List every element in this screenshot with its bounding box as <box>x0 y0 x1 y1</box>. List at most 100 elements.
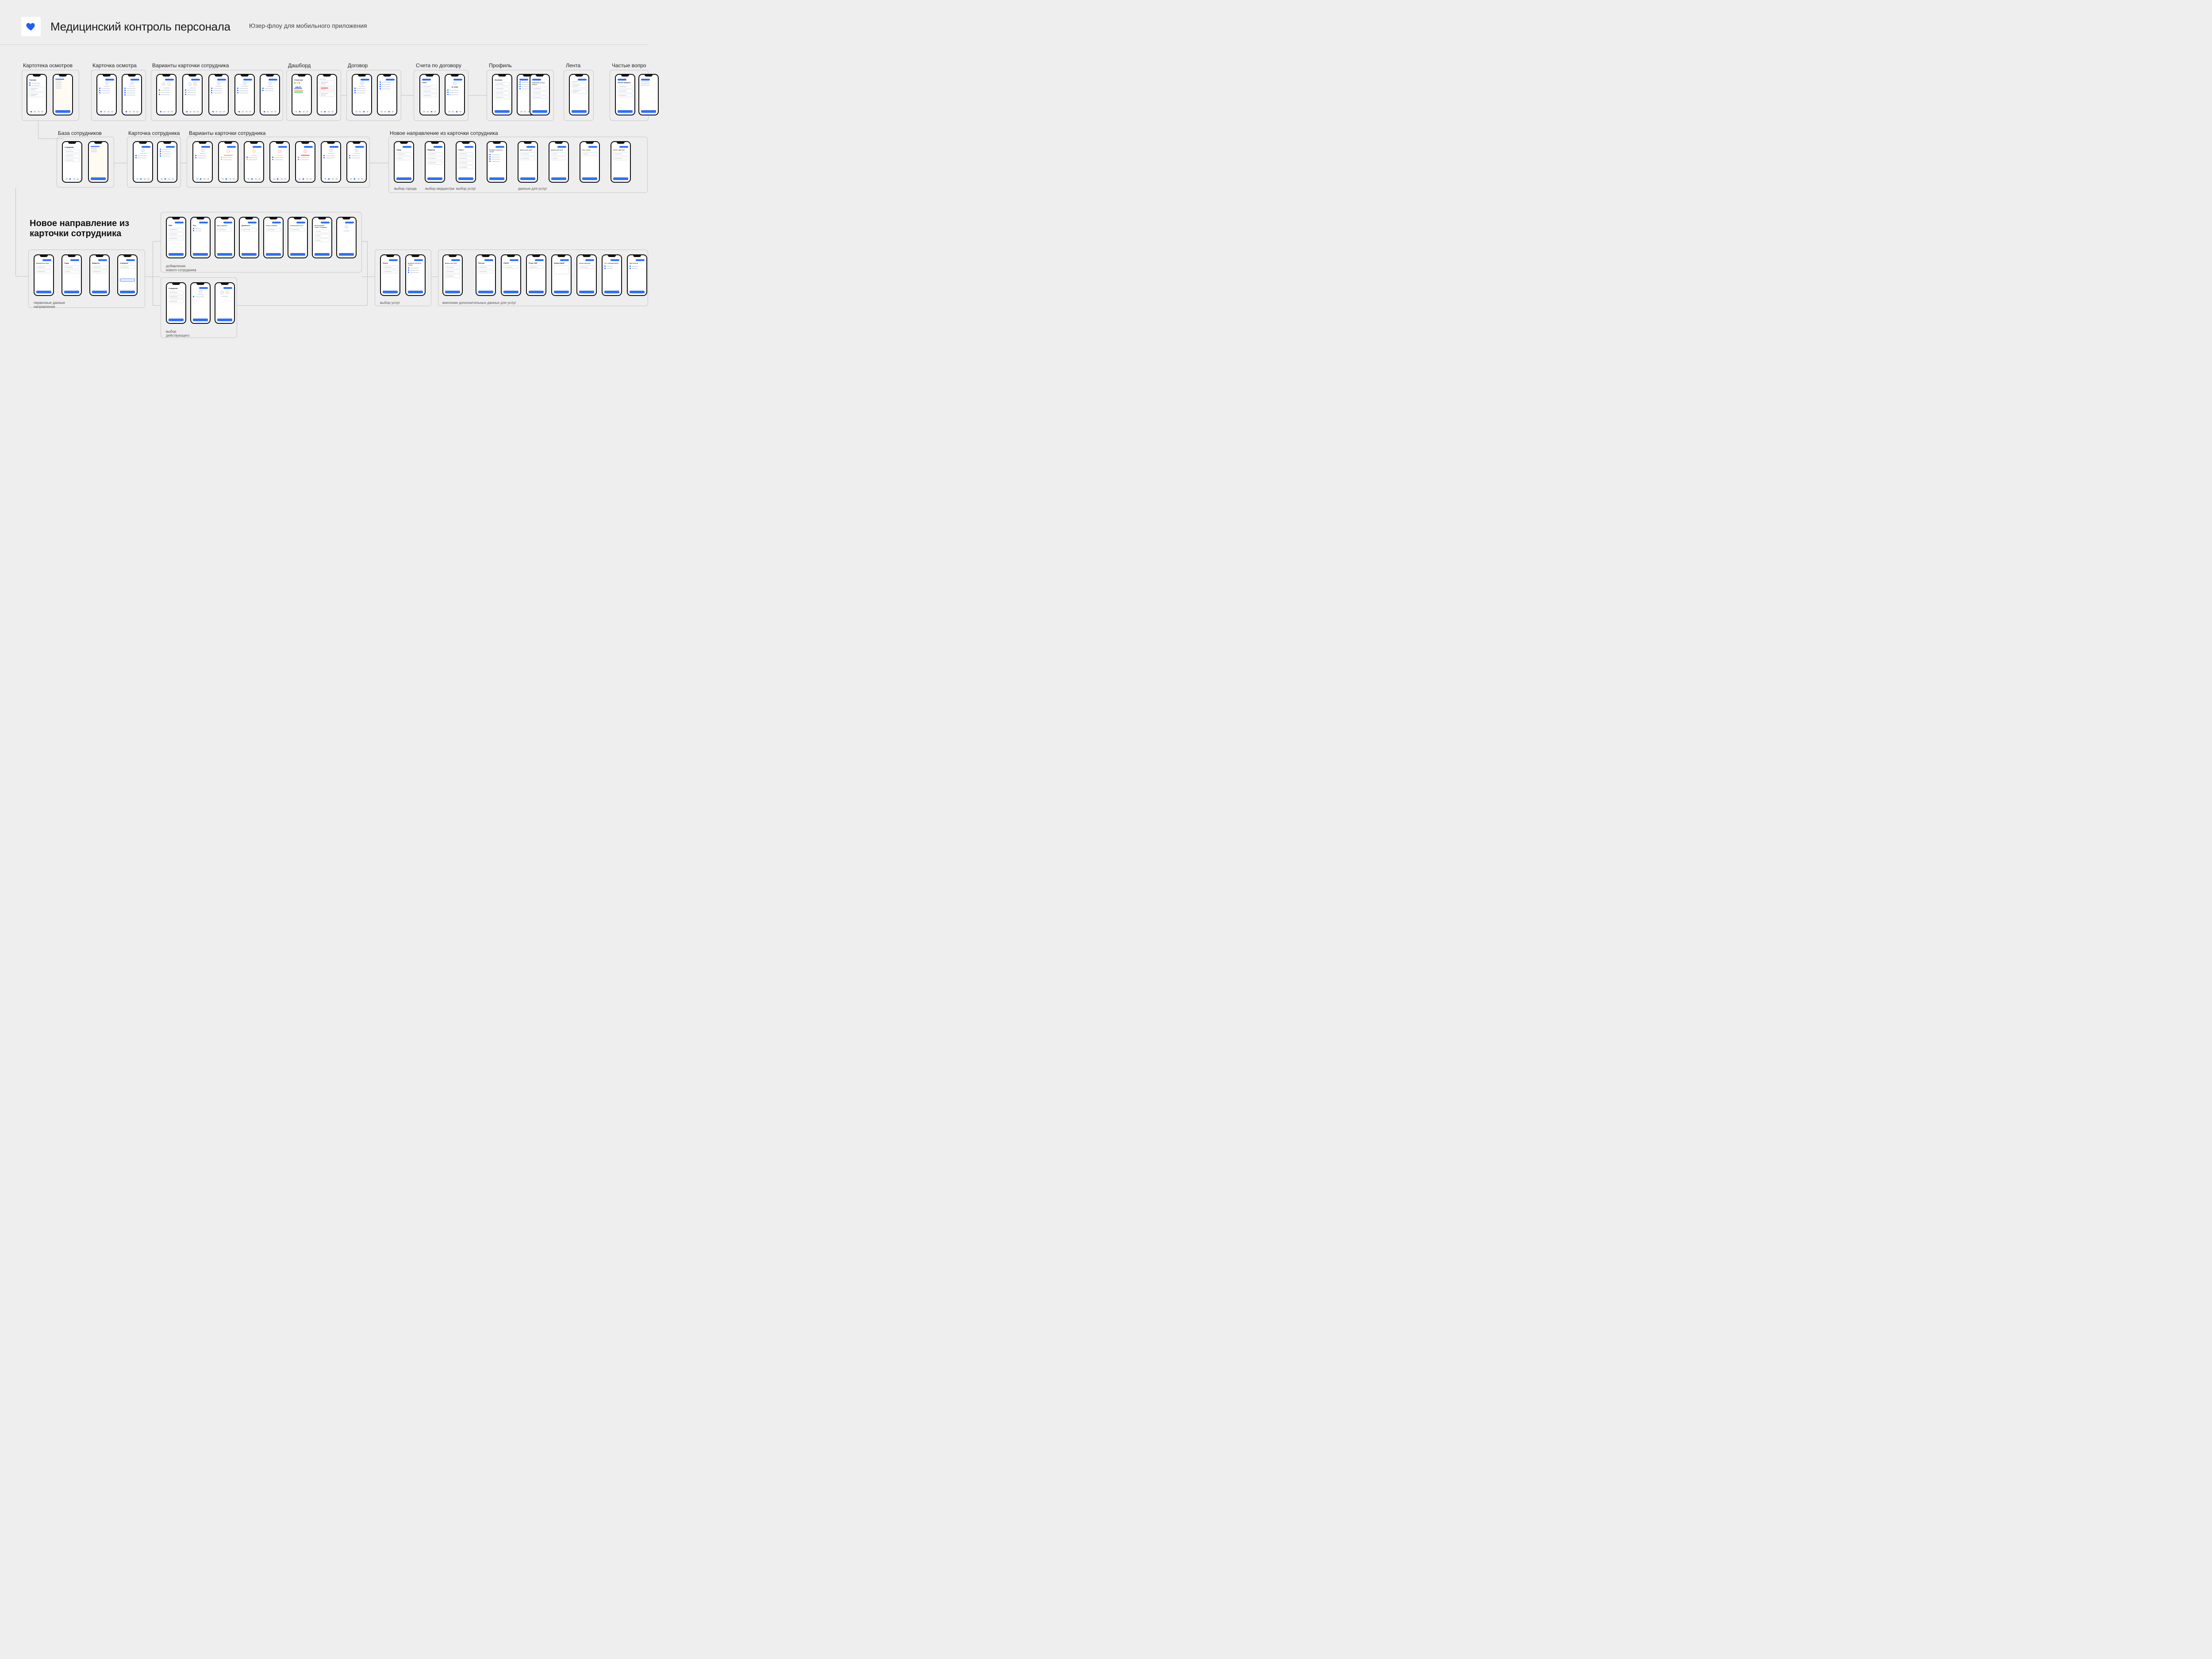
phone-referral-services-b[interactable]: Выберите услуги из списка <box>487 141 507 183</box>
phone-primary-employee[interactable]: Сотрудник <box>117 254 138 296</box>
phone-employee-card-b[interactable] <box>157 141 177 183</box>
phone-extra-data[interactable]: Данные для услуг <box>442 254 463 296</box>
phone-services-a[interactable]: Услуги <box>380 254 400 296</box>
phone-inspection-card-b[interactable] <box>122 74 142 115</box>
phone-exist-confirm[interactable] <box>215 282 235 324</box>
phone-feed[interactable] <box>569 74 589 115</box>
phone-referral-data[interactable]: Данные для услуг <box>518 141 538 183</box>
phone-employee-list[interactable]: Сотрудники <box>62 141 82 183</box>
phone-emp-var-b4[interactable] <box>269 141 290 183</box>
phone-dashboard-b[interactable] <box>317 74 337 115</box>
phone-referral-end[interactable]: Окон. услуги <box>580 141 600 183</box>
connector <box>153 241 161 242</box>
phone-emp-var-a2[interactable] <box>182 74 203 115</box>
connector <box>15 188 16 276</box>
phone-emp-var-b6[interactable] <box>321 141 341 183</box>
screen-title: Изменение личных данных <box>532 81 547 86</box>
phone-exist-card[interactable] <box>190 282 211 324</box>
phone-invoices-a[interactable]: Счета <box>419 74 440 115</box>
phone-new-phone[interactable]: Номер телефона <box>263 217 284 258</box>
notch-icon <box>426 75 434 77</box>
phone-emp-var-b2[interactable] <box>218 141 238 183</box>
phone-exist-list[interactable]: Сотрудники <box>166 282 186 324</box>
phone-extra-passport[interactable]: Паспорт <box>476 254 496 296</box>
label-employee-base: База сотрудников <box>58 130 102 136</box>
phone-dashboard-a[interactable]: Статистика <box>292 74 312 115</box>
phone-extra-oms[interactable]: Полис ОМС <box>526 254 546 296</box>
notch-icon <box>383 75 391 77</box>
phone-services-b[interactable]: Выберите услуги из списка <box>405 254 426 296</box>
page-title: Медицинский контроль персонала <box>50 20 230 34</box>
phone-referral-medcenter[interactable]: Медцентр <box>425 141 445 183</box>
notch-icon <box>645 75 653 77</box>
phone-primary-entity[interactable]: Юридическое лицо <box>34 254 54 296</box>
phone-primary-city[interactable]: Город <box>61 254 82 296</box>
phone-invoices-b[interactable]: № 12345 <box>445 74 465 115</box>
phone-emp-var-b5[interactable] <box>295 141 315 183</box>
screen-title: Пол <box>193 224 208 227</box>
notch-icon <box>215 75 223 77</box>
label-inspections: Картотека осмотров <box>23 62 73 69</box>
connector <box>362 276 375 277</box>
phone-emp-var-a1[interactable] <box>156 74 177 115</box>
phone-emp-var-b3[interactable] <box>244 141 264 183</box>
phone-emp-var-a5[interactable] <box>260 74 280 115</box>
screen-title: Сотрудники <box>169 287 184 290</box>
phone-inspections-list[interactable]: Осмотры <box>27 74 47 115</box>
label-new-referral: Новое направление из карточки сотрудника <box>390 130 498 136</box>
phone-extra-doctor[interactable]: Вид осмотра <box>627 254 647 296</box>
phone-primary-medcenter[interactable]: Медцентр <box>89 254 110 296</box>
phone-faq-a[interactable]: Частые вопросы <box>615 74 635 115</box>
phone-employee-filter[interactable] <box>88 141 108 183</box>
caption-extra: внесение дополнительных данных для услуг <box>442 301 516 305</box>
caption-city: выбор города <box>394 187 417 191</box>
phone-inspections-filter[interactable] <box>53 74 73 115</box>
phone-new-position[interactable]: Должность <box>239 217 259 258</box>
phone-referral-data-b[interactable]: Данные для услуг <box>549 141 569 183</box>
phone-referral-start[interactable]: Начало действия <box>611 141 631 183</box>
notch-icon <box>266 75 274 77</box>
screen-title: Дата рождения <box>217 224 232 227</box>
screen-title: Вид осмотра <box>630 262 645 265</box>
notch-icon <box>358 75 366 77</box>
connector <box>401 95 414 96</box>
phone-new-fio[interactable]: ФИО <box>166 217 186 258</box>
phone-referral-city[interactable]: Город <box>394 141 414 183</box>
phone-profile-a[interactable]: Компания <box>492 74 512 115</box>
phone-contract-b[interactable] <box>377 74 397 115</box>
screen-title: Сотрудники <box>65 146 80 149</box>
phone-faq-b[interactable] <box>638 74 659 115</box>
notch-icon <box>323 75 331 77</box>
phone-extra-coupon[interactable]: Что с направлением? <box>602 254 622 296</box>
phone-new-email[interactable]: Электронная почта <box>288 217 308 258</box>
phone-referral-services[interactable]: Услуги <box>456 141 476 183</box>
phone-new-dob[interactable]: Дата рождения <box>215 217 235 258</box>
caption-service-data: данные для услуг <box>518 187 547 191</box>
screen-title: Город <box>64 262 79 265</box>
phone-extra-snils[interactable]: СНИЛС <box>501 254 521 296</box>
phone-profile-c[interactable]: Изменение личных данных <box>530 74 550 115</box>
phone-emp-var-b1[interactable] <box>192 141 213 183</box>
label-dashboard: Дашборд <box>288 62 311 69</box>
connector <box>362 241 367 242</box>
heading-new-referral: Новое направление из карточки сотрудника <box>30 219 129 239</box>
screen-title: Паспорт <box>478 262 493 265</box>
notch-icon <box>103 75 111 77</box>
notch-icon <box>498 75 506 77</box>
phone-new-confirm[interactable]: Вы добавляете нового сотрудника <box>312 217 332 258</box>
label-contract: Договор <box>348 62 368 69</box>
phone-emp-var-a3[interactable] <box>208 74 229 115</box>
phone-employee-card-a[interactable] <box>133 141 153 183</box>
phone-new-done[interactable] <box>336 217 357 258</box>
screen-title: Статистика <box>294 79 309 81</box>
phone-emp-var-b7[interactable] <box>346 141 367 183</box>
screen-title: Сотрудник <box>120 262 135 265</box>
screen-title: Окон. услуги <box>582 149 597 151</box>
phone-inspection-card-a[interactable] <box>96 74 117 115</box>
phone-extra-comment[interactable]: Комментарий <box>551 254 572 296</box>
phone-contract-a[interactable] <box>352 74 372 115</box>
phone-emp-var-a4[interactable] <box>234 74 255 115</box>
screen-title: Комментарий <box>554 262 569 265</box>
phone-extra-begin[interactable]: Начало действия <box>576 254 597 296</box>
phone-new-sex[interactable]: Пол <box>190 217 211 258</box>
